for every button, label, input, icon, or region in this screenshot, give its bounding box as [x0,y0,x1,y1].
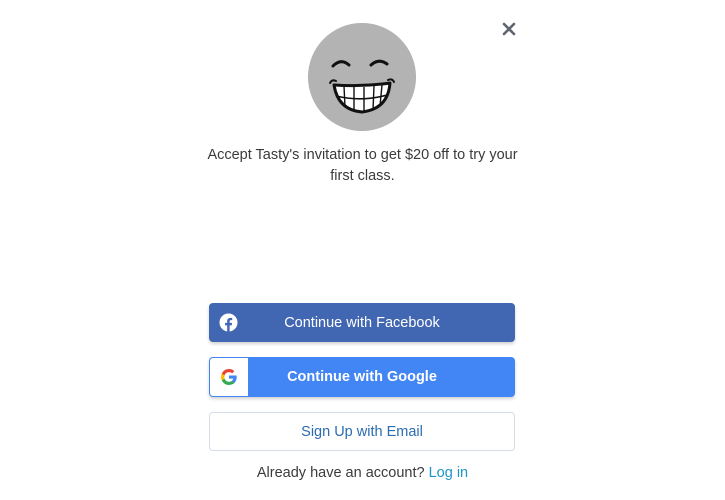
login-prompt-line: Already have an account? Log in [200,465,525,481]
login-prompt-text: Already have an account? [256,465,425,481]
google-icon-box [210,358,248,396]
close-icon [502,22,516,36]
login-link[interactable]: Log in [429,465,469,481]
continue-with-google-button[interactable]: Continue with Google [209,357,515,397]
avatar [308,23,416,131]
google-icon [221,369,237,385]
smiley-face-icon [308,23,416,131]
google-button-label: Continue with Google [287,369,437,385]
invite-message: Accept Tasty's invitation to get $20 off… [207,147,518,184]
close-button[interactable] [497,17,521,41]
facebook-button-label: Continue with Facebook [284,314,440,331]
email-button-label: Sign Up with Email [301,423,423,440]
continue-with-facebook-button[interactable]: Continue with Facebook [209,303,515,342]
sign-up-with-email-button[interactable]: Sign Up with Email [209,412,515,451]
signup-modal: Accept Tasty's invitation to get $20 off… [0,0,725,500]
facebook-icon [219,313,238,332]
